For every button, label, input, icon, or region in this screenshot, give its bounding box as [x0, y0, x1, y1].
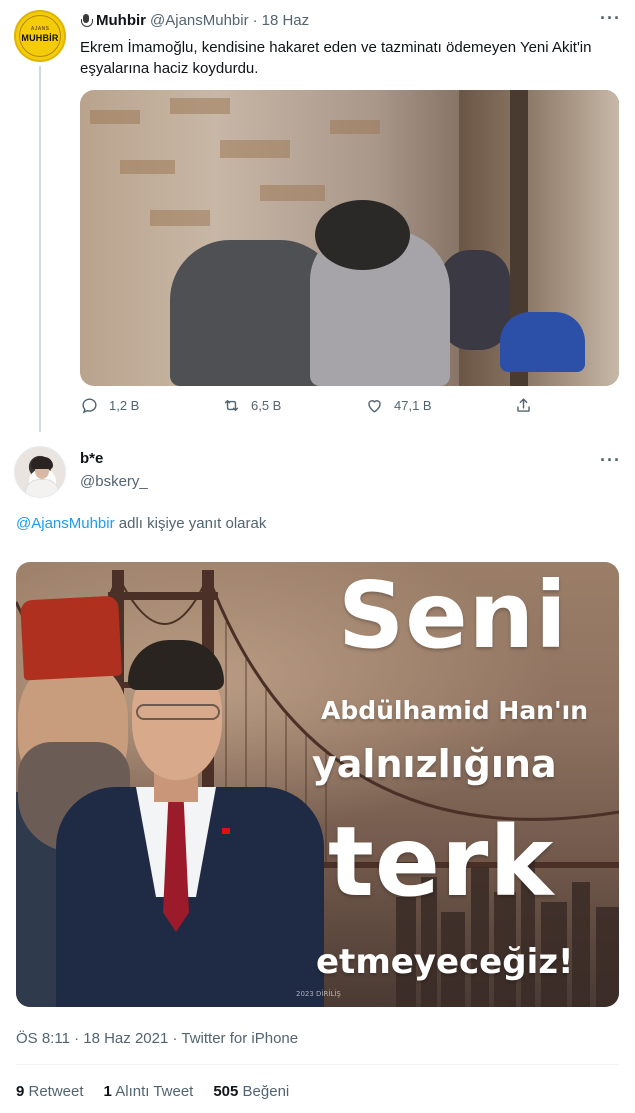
retweet-icon — [224, 400, 239, 411]
display-name[interactable]: b*e — [80, 450, 103, 467]
handle[interactable]: @bskery_ — [80, 473, 148, 490]
tweet-video[interactable] — [80, 90, 619, 386]
like-count: 47,1 B — [394, 398, 432, 413]
video-person-head — [315, 200, 410, 270]
share-icon — [517, 398, 530, 412]
thread-line — [39, 66, 41, 432]
wall-brick — [220, 140, 290, 158]
tweet-text: Ekrem İmamoğlu, kendisine hakaret eden v… — [80, 39, 592, 77]
handle[interactable]: @AjansMuhbir — [150, 12, 249, 29]
avatar-figure-hair — [31, 457, 53, 469]
flag-pin-icon — [222, 828, 230, 834]
more-options-icon[interactable]: ··· — [600, 8, 621, 29]
microphone-icon — [80, 13, 93, 29]
avatar-muhbir[interactable]: AJANS MUHBİR — [14, 10, 66, 62]
tweet-muhbir[interactable]: AJANS MUHBİR Muhbir @AjansMuhbir · 18 Ha… — [0, 0, 635, 432]
share-action[interactable] — [514, 396, 543, 415]
tweet-stats: 9 Retweet 1 Alıntı Tweet 505 Beğeni — [16, 1083, 309, 1100]
poster-headline-terk: terk — [328, 806, 555, 918]
tweet-timestamp[interactable]: ÖS 8:11 · 18 Haz 2021 · Twitter for iPho… — [16, 1030, 298, 1047]
quotes-count: 1 — [103, 1083, 112, 1100]
retweet-action[interactable]: 6,5 B — [222, 396, 281, 415]
separator: · — [252, 12, 258, 29]
poster-line-2: Abdülhamid Han'ın — [321, 696, 589, 725]
reply-count: 1,2 B — [109, 398, 140, 413]
like-icon — [368, 400, 381, 413]
wall-brick — [330, 120, 380, 134]
replying-to: @AjansMuhbir adlı kişiye yanıt olarak — [16, 515, 266, 532]
likes-label: Beğeni — [238, 1083, 290, 1100]
reply-icon — [82, 398, 97, 414]
poster-line-3: yalnızlığına — [312, 742, 557, 786]
avatar-figure-body — [25, 479, 59, 497]
display-name[interactable]: Muhbir — [96, 12, 146, 29]
wall-brick — [90, 110, 140, 124]
avatar-logo-main: MUHBİR — [21, 33, 59, 43]
more-options-icon[interactable]: ··· — [600, 450, 621, 471]
reply-mention-link[interactable]: @AjansMuhbir — [16, 515, 115, 532]
like-action[interactable]: 47,1 B — [365, 396, 432, 415]
retweets-label: Retweet — [24, 1083, 84, 1100]
wall-brick — [150, 210, 210, 226]
poster-watermark: 2023 DİRİLİŞ — [296, 990, 341, 998]
video-person — [440, 250, 510, 350]
likes-count: 505 — [213, 1083, 239, 1100]
quotes-label: Alıntı Tweet — [111, 1083, 194, 1100]
tweet-date[interactable]: 18 Haz — [262, 12, 310, 29]
reply-suffix: adlı kişiye yanıt olarak — [114, 515, 267, 532]
reply-action[interactable]: 1,2 B — [80, 396, 139, 415]
poster-man-glasses — [136, 704, 220, 720]
retweet-count: 6,5 B — [251, 398, 282, 413]
wall-brick — [120, 160, 175, 174]
wall-brick — [170, 98, 230, 114]
poster-headline-seni: Seni — [338, 562, 568, 669]
divider — [16, 1064, 619, 1065]
retweets-stat[interactable]: 9 Retweet — [16, 1083, 84, 1100]
quotes-stat[interactable]: 1 Alıntı Tweet — [104, 1083, 194, 1100]
wall-brick — [260, 185, 325, 201]
likes-stat[interactable]: 505 Beğeni — [213, 1083, 289, 1100]
video-blue-object — [500, 312, 585, 372]
avatar-bskery[interactable] — [14, 446, 66, 498]
tweet-image[interactable]: Seni Abdülhamid Han'ın yalnızlığına terk… — [16, 562, 619, 1007]
poster-line-5: etmeyeceğiz! — [316, 942, 574, 982]
avatar-logo-top: AJANS — [30, 26, 50, 32]
poster-portrait-fez — [19, 595, 123, 681]
tweet-header: Muhbir @AjansMuhbir · 18 Haz — [80, 12, 309, 29]
